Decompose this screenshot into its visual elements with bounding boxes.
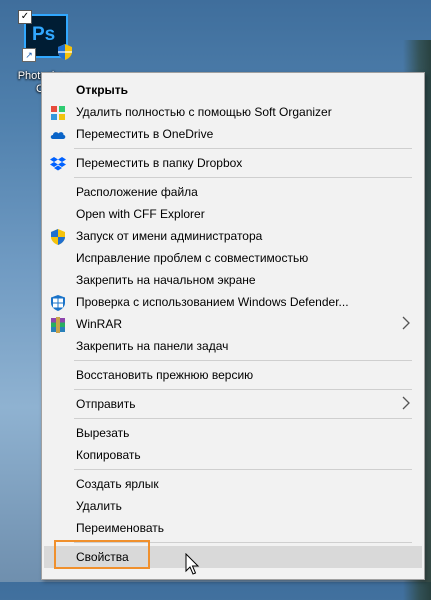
menu-item-windows-defender-scan[interactable]: Проверка с использованием Windows Defend…: [44, 291, 422, 313]
menu-item-delete[interactable]: Удалить: [44, 495, 422, 517]
menu-item-pin-to-start[interactable]: Закрепить на начальном экране: [44, 269, 422, 291]
menu-item-rename[interactable]: Переименовать: [44, 517, 422, 539]
menu-item-create-shortcut[interactable]: Создать ярлык: [44, 473, 422, 495]
context-menu: Открыть Удалить полностью с помощью Soft…: [41, 72, 425, 580]
menu-item-open[interactable]: Открыть: [44, 79, 422, 101]
mouse-cursor-icon: [185, 553, 200, 575]
menu-item-move-to-dropbox[interactable]: Переместить в папку Dropbox: [44, 152, 422, 174]
dropbox-icon: [50, 157, 66, 171]
menu-separator: [74, 360, 412, 361]
menu-item-troubleshoot-compatibility[interactable]: Исправление проблем с совместимостью: [44, 247, 422, 269]
menu-item-copy[interactable]: Копировать: [44, 444, 422, 466]
properties-highlight-box: [54, 540, 150, 569]
winrar-icon: [51, 317, 65, 333]
menu-separator: [74, 177, 412, 178]
menu-item-soft-organizer[interactable]: Удалить полностью с помощью Soft Organiz…: [44, 101, 422, 123]
windows-defender-icon: [51, 295, 65, 311]
menu-item-file-location[interactable]: Расположение файла: [44, 181, 422, 203]
uac-shield-icon: [58, 44, 72, 60]
menu-item-pin-to-taskbar[interactable]: Закрепить на панели задач: [44, 335, 422, 357]
menu-item-move-to-onedrive[interactable]: Переместить в OneDrive: [44, 123, 422, 145]
menu-item-winrar[interactable]: WinRAR: [44, 313, 422, 335]
soft-organizer-icon: [51, 106, 65, 120]
onedrive-icon: [50, 132, 66, 139]
uac-shield-icon: [51, 229, 65, 245]
menu-item-cff-explorer[interactable]: Open with CFF Explorer: [44, 203, 422, 225]
chevron-right-icon: [402, 316, 410, 330]
menu-item-send-to[interactable]: Отправить: [44, 393, 422, 415]
menu-separator: [74, 418, 412, 419]
menu-separator: [74, 469, 412, 470]
menu-item-cut[interactable]: Вырезать: [44, 422, 422, 444]
photoshop-icon: Ps ✓ ↗: [18, 10, 72, 62]
menu-item-run-as-admin[interactable]: Запуск от имени администратора: [44, 225, 422, 247]
shortcut-arrow-icon: ↗: [22, 48, 36, 62]
checkbox-icon[interactable]: ✓: [18, 10, 32, 24]
menu-separator: [74, 389, 412, 390]
menu-separator: [74, 148, 412, 149]
menu-item-restore-previous-version[interactable]: Восстановить прежнюю версию: [44, 364, 422, 386]
chevron-right-icon: [402, 396, 410, 410]
